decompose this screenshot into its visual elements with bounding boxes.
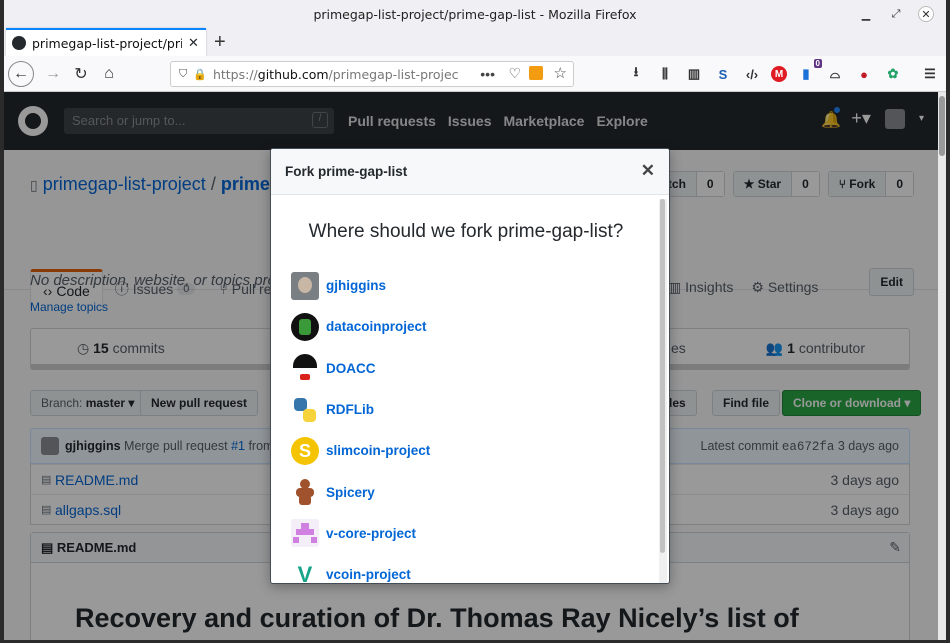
org-name[interactable]: DOACC [326,361,376,376]
window-title: primegap-list-project/prime-gap-list - M… [313,6,637,22]
datacoin-avatar [291,312,319,341]
download-icon[interactable]: ⭳ [626,64,646,84]
dialog-header: Fork prime-gap-list ✕ [271,149,669,195]
org-name[interactable]: RDFLib [326,402,374,417]
sidebar-icon[interactable]: ▥ [684,64,704,84]
tab-title: primegap-list-project/prime-gap-list [32,35,182,51]
list-item[interactable]: v-core-project [291,513,430,554]
doacc-avatar [291,354,319,383]
org-name[interactable]: gjhiggins [326,278,386,293]
url-scheme: https:// [212,66,258,82]
github-favicon-icon [12,36,26,50]
fork-dialog: Fork prime-gap-list ✕ Where should we fo… [270,148,670,584]
list-item[interactable]: gjhiggins [291,265,430,306]
list-item[interactable]: DOACC [291,348,430,389]
pocket-icon[interactable]: ♡ [508,65,521,82]
tab-bar: primegap-list-project/prime-gap-list ✕ + [4,28,946,56]
org-name[interactable]: slimcoin-project [326,443,430,458]
extension-icon[interactable] [529,66,543,80]
menu-icon[interactable]: ☰ [920,64,940,84]
forward-icon[interactable]: → [40,61,66,87]
notification-extension-icon[interactable]: ▮ 0 [796,59,822,84]
fork-target-list: gjhiggins datacoinproject DOACC RDFLib S… [291,265,430,583]
vcoin-avatar: V [291,560,319,583]
notification-badge: 0 [813,59,822,68]
close-icon[interactable]: ✕ [641,161,655,181]
gjhiggins-avatar [291,271,319,300]
code-icon[interactable]: ‹/› [742,64,762,84]
ladybug-icon[interactable]: ● [854,64,874,84]
list-item[interactable]: datacoinproject [291,306,430,347]
reload-icon[interactable]: ↻ [68,61,94,87]
slimcoin-avatar: S [291,436,319,465]
list-item[interactable]: RDFLib [291,389,430,430]
library-icon[interactable]: ⫼ [655,64,675,84]
new-tab-icon[interactable]: + [214,31,226,54]
org-name[interactable]: vcoin-project [326,567,411,582]
nav-bar: ← → ↻ ⌂ ⛉ 🔒 https:// github.com /primega… [4,56,946,92]
maximize-icon[interactable]: ⤢ [888,6,904,22]
url-path: /primegap-list-project/prime-gap-list [328,66,459,82]
scrollbar-thumb[interactable] [939,96,945,156]
org-name[interactable]: datacoinproject [326,319,427,334]
dialog-scrollbar-thumb[interactable] [660,199,665,553]
browser-window: primegap-list-project/prime-gap-list - M… [4,0,946,640]
list-item[interactable]: S slimcoin-project [291,430,430,471]
url-host: github.com [257,66,329,82]
close-window-icon[interactable]: ✕ [918,6,934,22]
list-item[interactable]: Spicery [291,471,430,512]
gingerbread-avatar [291,478,319,507]
close-tab-icon[interactable]: ✕ [188,35,199,51]
bookmark-star-icon[interactable]: ☆ [554,64,567,82]
org-name[interactable]: Spicery [326,485,375,500]
shield-icon[interactable]: ⛉ [179,68,187,81]
list-item[interactable]: V vcoin-project [291,554,430,583]
page-scrollbar[interactable] [938,92,946,640]
lock-icon: 🔒 [193,68,207,81]
hat-icon[interactable]: ⌓ [825,64,845,84]
dialog-scrollbar[interactable] [659,199,667,583]
back-icon[interactable]: ← [8,61,34,87]
home-icon[interactable]: ⌂ [96,61,122,87]
org-name[interactable]: v-core-project [326,526,416,541]
browser-tab[interactable]: primegap-list-project/prime-gap-list ✕ [6,28,206,56]
green-extension-icon[interactable]: ✿ [883,64,903,84]
identicon-avatar [291,519,319,548]
mega-icon[interactable]: M [771,66,787,82]
url-bar[interactable]: ⛉ 🔒 https:// github.com /primegap-list-p… [170,61,574,87]
title-bar: primegap-list-project/prime-gap-list - M… [4,0,946,28]
rdflib-python-avatar [291,395,319,424]
dialog-title: Fork prime-gap-list [285,164,408,179]
fork-question: Where should we fork prime-gap-list? [308,221,624,242]
page-actions-icon[interactable]: ••• [480,66,495,82]
s-extension-icon[interactable]: S [713,64,733,84]
minimize-icon[interactable]: ▁ [858,6,874,22]
